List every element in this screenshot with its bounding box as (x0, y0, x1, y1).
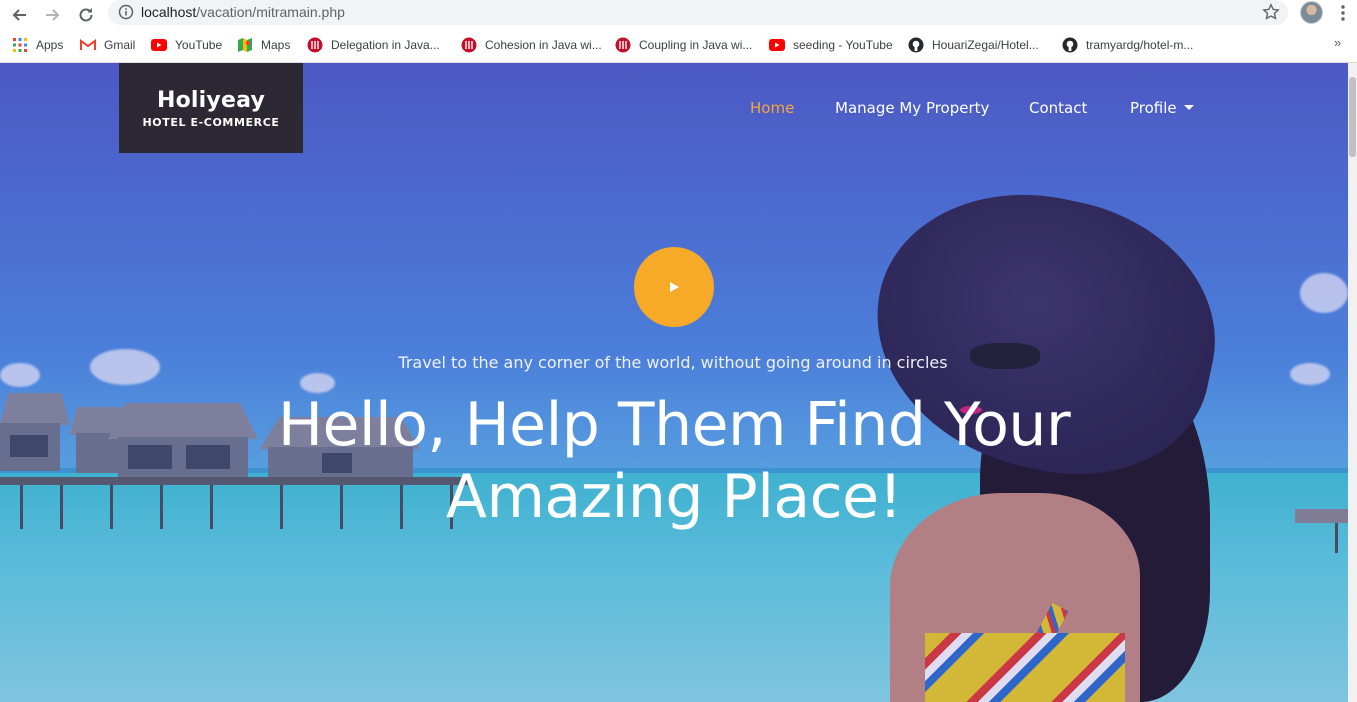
page-viewport: Holiyeay HOTEL E-COMMERCE Home Manage My… (0, 63, 1348, 702)
profile-avatar[interactable] (1300, 1, 1323, 24)
hero-tagline: Travel to the any corner of the world, w… (0, 353, 1348, 372)
back-arrow-icon (12, 9, 26, 21)
gmail-icon (80, 37, 96, 53)
forward-arrow-icon (46, 9, 60, 21)
bookmark-coupling-java[interactable]: Coupling in Java wi... (615, 35, 752, 55)
play-icon (670, 282, 679, 292)
bookmark-maps[interactable]: Maps (237, 35, 290, 55)
bookmark-label: Gmail (104, 38, 136, 52)
bookmark-github-tramyardg[interactable]: tramyardg/hotel-m... (1062, 35, 1193, 55)
bookmarks-overflow-button[interactable]: » (1334, 35, 1341, 50)
hero-tagline-text: Travel to the any corner of the world, w… (398, 353, 948, 372)
bookmark-label: HouariZegai/Hotel... (932, 38, 1039, 52)
url-host: localhost (141, 4, 197, 20)
url-text[interactable]: localhost/vacation/mitramain.php (141, 4, 345, 20)
bookmark-label: Apps (36, 38, 64, 52)
bookmark-label: Maps (261, 38, 291, 52)
bookmark-star-icon[interactable] (1262, 3, 1280, 21)
back-button[interactable] (6, 2, 32, 28)
bookmark-label: Cohesion in Java wi... (485, 38, 602, 52)
nav-manage-my-property[interactable]: Manage My Property (835, 99, 989, 117)
page-scrollbar[interactable] (1348, 63, 1357, 702)
youtube-icon (769, 37, 785, 53)
kebab-menu-icon[interactable] (1335, 4, 1351, 22)
scrollbar-thumb[interactable] (1349, 77, 1356, 157)
apps-grid-icon (12, 37, 28, 53)
bookmark-gmail[interactable]: Gmail (80, 35, 135, 55)
site-logo[interactable]: Holiyeay HOTEL E-COMMERCE (119, 63, 303, 153)
javatpoint-icon (615, 37, 631, 53)
youtube-icon (151, 37, 167, 53)
bookmark-label: Delegation in Java... (331, 38, 440, 52)
bookmarks-bar: Apps Gmail YouTube Maps Delegation in Ja… (0, 30, 1357, 63)
javatpoint-icon (461, 37, 477, 53)
nav-profile-dropdown[interactable]: Profile (1130, 99, 1194, 117)
github-icon (1062, 37, 1078, 53)
caret-down-icon (1183, 105, 1194, 110)
hero-headline-line-2: Amazing Place! (445, 462, 903, 532)
bookmark-delegation-java[interactable]: Delegation in Java... (307, 35, 440, 55)
nav-profile-label: Profile (1130, 99, 1177, 117)
hero-headline: Hello, Help Them Find Your Amazing Place… (0, 389, 1348, 533)
bookmark-youtube[interactable]: YouTube (151, 35, 222, 55)
reload-icon (79, 8, 93, 22)
bookmark-label: tramyardg/hotel-m... (1086, 38, 1194, 52)
nav-contact[interactable]: Contact (1029, 99, 1087, 117)
play-video-button[interactable] (634, 247, 714, 327)
info-icon[interactable] (118, 4, 134, 20)
bookmark-github-houarizegai[interactable]: HouariZegai/Hotel... (908, 35, 1039, 55)
browser-toolbar: localhost/vacation/mitramain.php (0, 0, 1357, 30)
javatpoint-icon (307, 37, 323, 53)
bookmark-apps[interactable]: Apps (12, 35, 63, 55)
bookmark-label: YouTube (175, 38, 223, 52)
github-icon (908, 37, 924, 53)
hero-overlay (0, 63, 1348, 702)
logo-subtitle: HOTEL E-COMMERCE (142, 115, 280, 129)
logo-title: Holiyeay (157, 87, 265, 113)
maps-icon (237, 37, 253, 53)
bookmark-cohesion-java[interactable]: Cohesion in Java wi... (461, 35, 602, 55)
bookmark-seeding-youtube[interactable]: seeding - YouTube (769, 35, 893, 55)
reload-button[interactable] (73, 2, 99, 28)
address-bar[interactable]: localhost/vacation/mitramain.php (108, 0, 1288, 25)
hero-headline-line-1: Hello, Help Them Find Your (277, 390, 1071, 460)
nav-home[interactable]: Home (750, 99, 794, 117)
bookmark-label: Coupling in Java wi... (639, 38, 753, 52)
url-path: /vacation/mitramain.php (196, 4, 345, 20)
forward-button[interactable] (40, 2, 66, 28)
hero-background (0, 63, 1348, 702)
bookmark-label: seeding - YouTube (793, 38, 893, 52)
